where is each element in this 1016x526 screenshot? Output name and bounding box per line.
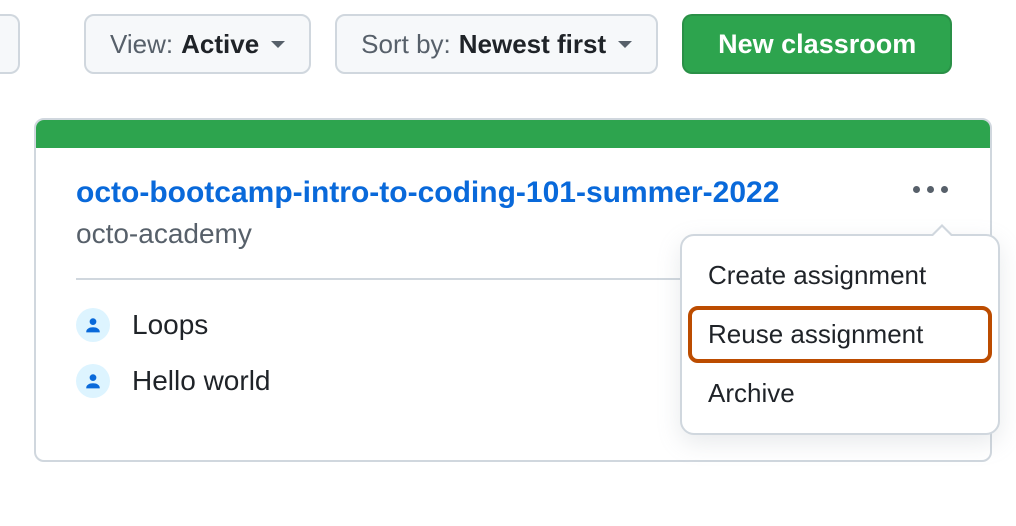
person-icon [76, 364, 110, 398]
new-classroom-button[interactable]: New classroom [682, 14, 952, 74]
classroom-card: octo-bootcamp-intro-to-coding-101-summer… [34, 118, 992, 462]
view-filter-dropdown[interactable]: View: Active [84, 14, 311, 74]
person-icon [76, 308, 110, 342]
kebab-menu-button[interactable] [907, 180, 954, 199]
classroom-card-stripe [36, 120, 990, 148]
assignment-name: Hello world [132, 365, 271, 397]
chevron-down-icon [271, 41, 285, 48]
kebab-dropdown-menu: Create assignment Reuse assignment Archi… [680, 234, 1000, 435]
sort-label: Sort by: [361, 29, 451, 60]
toolbar: View: Active Sort by: Newest first New c… [0, 0, 1016, 88]
hidden-left-control[interactable] [0, 14, 20, 74]
assignment-name: Loops [132, 309, 208, 341]
classroom-title-link[interactable]: octo-bootcamp-intro-to-coding-101-summer… [76, 176, 779, 210]
sort-value: Newest first [459, 29, 606, 60]
menu-item-reuse-assignment[interactable]: Reuse assignment [682, 305, 998, 364]
view-filter-label: View: [110, 29, 173, 60]
chevron-down-icon [618, 41, 632, 48]
classroom-list: octo-bootcamp-intro-to-coding-101-summer… [0, 88, 1016, 462]
menu-item-create-assignment[interactable]: Create assignment [682, 246, 998, 305]
sort-dropdown[interactable]: Sort by: Newest first [335, 14, 658, 74]
view-filter-value: Active [181, 29, 259, 60]
classroom-card-body: octo-bootcamp-intro-to-coding-101-summer… [36, 148, 990, 460]
menu-item-archive[interactable]: Archive [682, 364, 998, 423]
